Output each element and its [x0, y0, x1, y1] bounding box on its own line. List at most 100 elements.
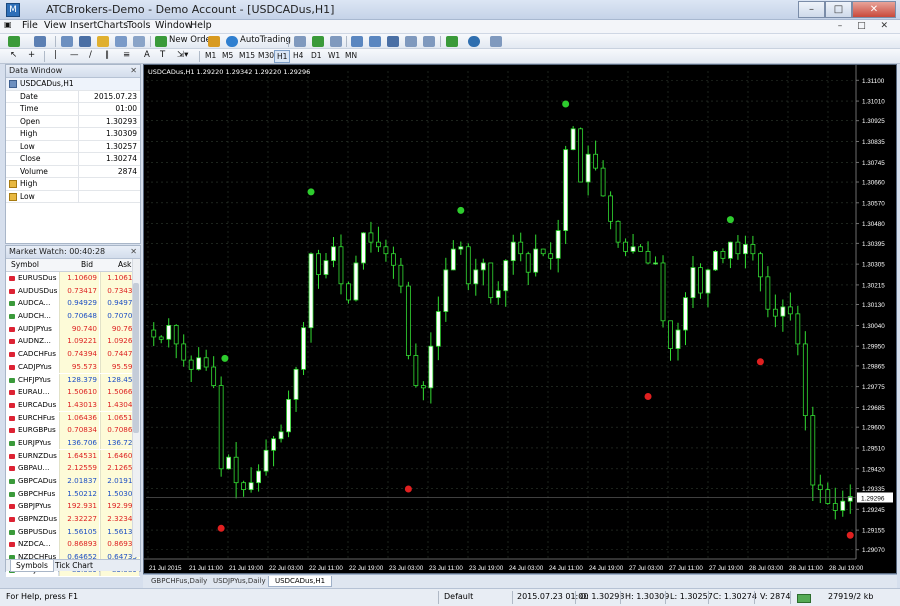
market-watch-row[interactable]: EURAU... 1.50610 1.50668 — [6, 386, 140, 399]
data-window-icon[interactable] — [79, 36, 91, 47]
tab-tick-chart[interactable]: Tick Chart — [50, 560, 98, 571]
document-icon[interactable]: ▣ — [4, 20, 12, 29]
market-watch-row[interactable]: EURUSDus 1.10609 1.10618 — [6, 272, 140, 285]
timeframe-w1[interactable]: W1 — [326, 50, 342, 61]
symbol-name: EURGBPus — [18, 425, 56, 435]
arrows-icon[interactable]: ⇲▾ — [177, 50, 188, 60]
autotrading-button[interactable]: AutoTrading — [240, 35, 291, 45]
new-chart-icon[interactable] — [8, 36, 20, 47]
bar-chart-icon[interactable] — [294, 36, 306, 47]
minimize-button[interactable]: – — [798, 1, 825, 18]
timeframe-h1[interactable]: H1 — [274, 50, 291, 63]
zoom-in-icon[interactable] — [351, 36, 363, 47]
market-watch-row[interactable]: NZDCA... 0.86893 0.86932 — [6, 538, 140, 552]
market-watch-row[interactable]: GBPCADus 2.01837 2.01913 — [6, 475, 140, 488]
market-watch-row[interactable]: GBPCHFus 1.50212 1.50308 — [6, 487, 140, 501]
timeframe-m15[interactable]: M15 — [237, 50, 257, 61]
terminal-icon[interactable] — [115, 36, 127, 47]
market-watch-row[interactable]: AUDNZ... 1.09221 1.09265 — [6, 335, 140, 349]
market-watch-row[interactable]: EURCADus 1.43013 1.43046 — [6, 398, 140, 412]
symbol-direction-icon — [9, 301, 15, 307]
price-chart[interactable]: 21 Jul 2015 21 Jul 11:00 21 Jul 19:00 22 Ju… — [144, 65, 896, 573]
candlestick-icon[interactable] — [312, 36, 324, 47]
data-window-symbol: USDCADus,H1 — [20, 79, 74, 88]
market-watch-row[interactable]: GBPJPYus 192.931 192.991 — [6, 500, 140, 514]
column-bid[interactable]: Bid — [81, 259, 93, 271]
menu-view[interactable]: View — [44, 20, 67, 31]
market-watch-row[interactable]: CADJPYus 95.573 95.598 — [6, 360, 140, 374]
timeframe-mn[interactable]: MN — [343, 50, 359, 61]
navigator-icon[interactable] — [97, 36, 109, 47]
app-logo-icon: M — [6, 3, 20, 17]
market-watch-row[interactable]: GBPAU... 2.12559 2.12659 — [6, 462, 140, 475]
market-watch-header: Market Watch: 00:40:28 ✕ — [6, 246, 140, 259]
menu-window[interactable]: Window — [155, 20, 192, 31]
market-watch-row[interactable]: CADCHFus 0.74394 0.74474 — [6, 348, 140, 361]
horizontal-line-icon[interactable]: — — [70, 50, 79, 60]
chart-shift-icon[interactable] — [405, 36, 417, 47]
strategy-tester-icon[interactable] — [133, 36, 145, 47]
chart-tab-usdcad[interactable]: USDCADus,H1 — [268, 576, 333, 587]
bid-price: 136.706 — [59, 436, 99, 450]
menu-insert[interactable]: Insert — [70, 20, 97, 31]
timeframe-m30[interactable]: M30 — [256, 50, 276, 61]
scrollbar-thumb[interactable] — [133, 283, 139, 433]
market-watch-row[interactable]: EURNZDus 1.64531 1.64609 — [6, 449, 140, 463]
mdi-window-buttons[interactable]: – □ ✕ — [838, 21, 894, 31]
symbol-icon — [9, 80, 17, 88]
market-watch-row[interactable]: EURCHFus 1.06436 1.06512 — [6, 411, 140, 425]
menu-help[interactable]: Help — [190, 20, 212, 31]
column-symbol[interactable]: Symbol — [11, 259, 39, 271]
market-watch-row[interactable]: CHFJPYus 128.379 128.457 — [6, 373, 140, 387]
market-watch-scrollbar[interactable] — [132, 259, 140, 557]
menu-tools[interactable]: Tools — [127, 20, 150, 31]
vertical-line-icon[interactable]: | — [54, 50, 57, 60]
text-tool-icon[interactable]: A — [144, 50, 150, 60]
periods-icon[interactable] — [468, 36, 480, 47]
menu-file[interactable]: File — [22, 20, 38, 31]
market-watch-row[interactable]: GBPUSDus 1.56105 1.56134 — [6, 525, 140, 539]
market-watch-row[interactable]: EURGBPus 0.70834 0.70862 — [6, 424, 140, 437]
market-watch-row[interactable]: AUDCA... 0.94929 0.94973 — [6, 297, 140, 311]
maximize-button[interactable]: □ — [825, 1, 852, 18]
timeframe-m1[interactable]: M1 — [203, 50, 218, 61]
profiles-icon[interactable] — [34, 36, 46, 47]
market-watch-row[interactable]: GBPNZDus 2.32227 2.32341 — [6, 513, 140, 526]
status-bar: For Help, press F1 Default 2015.07.23 01… — [0, 588, 900, 606]
menu-charts[interactable]: Charts — [97, 20, 128, 31]
fibonacci-icon[interactable]: ≡ — [123, 50, 130, 60]
text-label-icon[interactable]: T — [160, 50, 165, 60]
close-icon[interactable]: ✕ — [130, 65, 137, 77]
cursor-icon[interactable]: ↖ — [10, 50, 17, 60]
crosshair-icon[interactable]: + — [28, 50, 35, 60]
chart-tab-gbpchf[interactable]: GBPCHFus,Daily — [145, 576, 213, 586]
timeframe-d1[interactable]: D1 — [309, 50, 324, 61]
zoom-out-icon[interactable] — [369, 36, 381, 47]
line-chart-icon[interactable] — [330, 36, 342, 47]
chart-tab-usdjpy[interactable]: USDJPYus,Daily — [207, 576, 272, 586]
autoscroll-icon[interactable] — [423, 36, 435, 47]
metaeditor-icon[interactable] — [208, 36, 220, 47]
chart-window[interactable]: USDCADus,H1 1.29220 1.29342 1.29220 1.29… — [143, 64, 897, 574]
timeframe-h4[interactable]: H4 — [291, 50, 305, 61]
market-watch-row[interactable]: AUDJPYus 90.740 90.763 — [6, 322, 140, 336]
close-button[interactable]: ✕ — [852, 1, 896, 18]
candle-body — [578, 128, 584, 183]
autotrading-icon[interactable] — [226, 36, 238, 47]
column-ask[interactable]: Ask — [118, 259, 131, 271]
market-watch-row[interactable]: AUDUSDus 0.73417 0.73431 — [6, 284, 140, 298]
market-watch-icon[interactable] — [61, 36, 73, 47]
indicators-icon[interactable] — [446, 36, 458, 47]
candle-body — [757, 253, 763, 278]
trendline-icon[interactable]: / — [89, 50, 92, 60]
tile-windows-icon[interactable] — [387, 36, 399, 47]
timeframe-m5[interactable]: M5 — [220, 50, 235, 61]
market-watch-row[interactable]: AUDCH... 0.70648 0.70701 — [6, 310, 140, 323]
tab-symbols[interactable]: Symbols — [10, 560, 54, 572]
candle-body — [233, 456, 239, 484]
close-icon[interactable]: ✕ — [130, 246, 137, 258]
channel-icon[interactable]: ∥ — [105, 50, 109, 60]
market-watch-row[interactable]: EURJPYus 136.706 136.728 — [6, 436, 140, 450]
new-order-icon[interactable] — [155, 36, 167, 47]
templates-icon[interactable] — [490, 36, 502, 47]
